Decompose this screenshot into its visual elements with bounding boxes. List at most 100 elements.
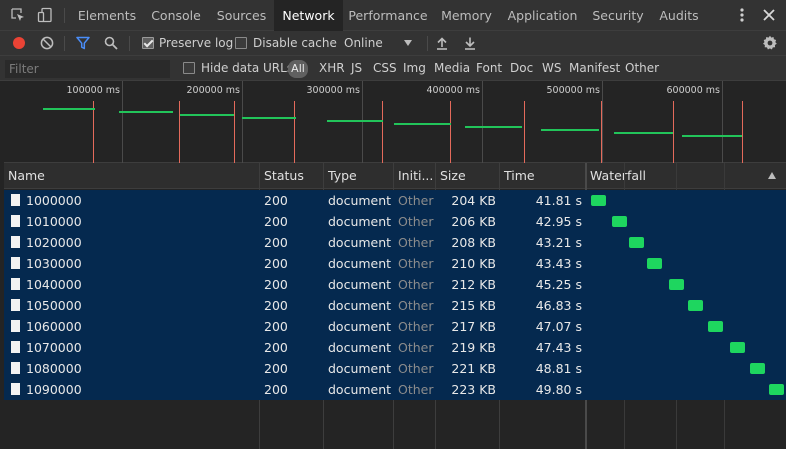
- type-filter-other[interactable]: Other: [625, 61, 659, 75]
- cell-name: 1040000: [26, 277, 82, 292]
- table-row[interactable]: 1000000 200 document Other 204 KB 41.81 …: [4, 190, 786, 211]
- type-filter-ws[interactable]: WS: [542, 61, 561, 75]
- cell-size: 217 KB: [451, 319, 496, 334]
- table-row[interactable]: 1040000 200 document Other 212 KB 45.25 …: [4, 274, 786, 295]
- overview-gridline: [122, 81, 123, 163]
- device-toolbar-icon[interactable]: [37, 7, 53, 23]
- table-row[interactable]: 1050000 200 document Other 215 KB 46.83 …: [4, 295, 786, 316]
- column-header-initiator[interactable]: Initi...: [394, 163, 436, 189]
- type-filter-img[interactable]: Img: [403, 61, 426, 75]
- cell-status: 200: [264, 214, 288, 229]
- inspect-element-icon[interactable]: [10, 7, 26, 23]
- hide-data-urls-checkbox[interactable]: [183, 62, 195, 74]
- type-filter-manifest[interactable]: Manifest: [569, 61, 620, 75]
- cell-time: 43.43 s: [535, 256, 582, 271]
- cell-type: document: [328, 298, 392, 313]
- table-row[interactable]: 1070000 200 document Other 219 KB 47.43 …: [4, 337, 786, 358]
- table-row[interactable]: 1060000 200 document Other 217 KB 47.07 …: [4, 316, 786, 337]
- overview-request-bar: [394, 123, 451, 125]
- tab-sources[interactable]: Sources: [210, 0, 273, 31]
- cell-initiator: Other: [398, 361, 434, 376]
- table-row[interactable]: 1090000 200 document Other 223 KB 49.80 …: [4, 379, 786, 400]
- table-header: Name Status Type Initi... Size Time Wate…: [4, 163, 786, 189]
- filter-icon[interactable]: [76, 36, 90, 50]
- preserve-log-checkbox[interactable]: [142, 37, 154, 49]
- cell-time: 48.81 s: [535, 361, 582, 376]
- chevron-down-icon: [404, 40, 412, 46]
- throttling-select[interactable]: Online: [336, 31, 418, 56]
- column-header-type[interactable]: Type: [324, 163, 394, 189]
- type-filter-media[interactable]: Media: [434, 61, 470, 75]
- record-icon[interactable]: [12, 36, 26, 50]
- tab-console[interactable]: Console: [143, 0, 209, 31]
- cell-type: document: [328, 277, 392, 292]
- cell-size: 215 KB: [451, 298, 496, 313]
- throttling-value: Online: [344, 36, 383, 50]
- load-event-marker: [234, 101, 235, 163]
- load-event-marker: [93, 101, 94, 163]
- cell-initiator: Other: [398, 319, 434, 334]
- devtools-tab-bar: Elements Console Sources Network Perform…: [0, 0, 786, 32]
- type-filter-js[interactable]: JS: [351, 61, 362, 75]
- type-filter-doc[interactable]: Doc: [510, 61, 533, 75]
- cell-type: document: [328, 382, 392, 397]
- sort-ascending-icon[interactable]: [768, 172, 776, 179]
- column-header-time[interactable]: Time: [500, 163, 586, 189]
- import-har-icon[interactable]: [436, 36, 448, 50]
- network-overview-timeline[interactable]: 100000 ms 200000 ms 300000 ms 400000 ms …: [4, 81, 786, 163]
- waterfall-bar: [669, 279, 684, 290]
- cell-status: 200: [264, 319, 288, 334]
- waterfall-bar: [708, 321, 723, 332]
- overview-tick-label: 100000 ms: [66, 85, 121, 96]
- disable-cache-checkbox[interactable]: [235, 37, 247, 49]
- overview-gridline: [482, 81, 483, 163]
- column-header-size[interactable]: Size: [436, 163, 500, 189]
- tab-security[interactable]: Security: [587, 0, 649, 31]
- tab-audits[interactable]: Audits: [651, 0, 707, 31]
- column-header-waterfall[interactable]: Waterfall: [586, 163, 786, 189]
- tab-application[interactable]: Application: [501, 0, 584, 31]
- tab-bar-divider: [64, 8, 65, 23]
- overview-request-bar: [614, 132, 673, 134]
- cell-name: 1030000: [26, 256, 82, 271]
- column-header-status[interactable]: Status: [260, 163, 324, 189]
- table-row[interactable]: 1030000 200 document Other 210 KB 43.43 …: [4, 253, 786, 274]
- column-header-name[interactable]: Name: [4, 163, 260, 189]
- toolbar-divider: [129, 36, 130, 51]
- cell-name: 1060000: [26, 319, 82, 334]
- export-har-icon[interactable]: [464, 36, 476, 50]
- type-filter-font[interactable]: Font: [476, 61, 502, 75]
- settings-gear-icon[interactable]: [762, 35, 778, 51]
- cell-status: 200: [264, 382, 288, 397]
- table-row[interactable]: 1020000 200 document Other 208 KB 43.21 …: [4, 232, 786, 253]
- cell-type: document: [328, 361, 392, 376]
- overview-tick-label: 500000 ms: [546, 85, 601, 96]
- close-icon[interactable]: [761, 7, 777, 23]
- tab-performance[interactable]: Performance: [344, 0, 432, 31]
- type-filter-css[interactable]: CSS: [373, 61, 397, 75]
- cell-name: 1020000: [26, 235, 82, 250]
- search-icon[interactable]: [104, 36, 118, 50]
- tab-network[interactable]: Network: [274, 0, 343, 32]
- table-row[interactable]: 1010000 200 document Other 206 KB 42.95 …: [4, 211, 786, 232]
- load-event-marker: [524, 101, 525, 163]
- cell-name: 1080000: [26, 361, 82, 376]
- waterfall-bar: [750, 363, 765, 374]
- overview-request-bar: [43, 108, 95, 110]
- clear-icon[interactable]: [40, 36, 54, 50]
- tab-elements[interactable]: Elements: [73, 0, 141, 31]
- filter-input[interactable]: [5, 60, 170, 78]
- disable-cache-label: Disable cache: [253, 36, 337, 50]
- cell-time: 47.07 s: [535, 319, 582, 334]
- tab-memory[interactable]: Memory: [434, 0, 499, 31]
- cell-name: 1090000: [26, 382, 82, 397]
- cell-status: 200: [264, 277, 288, 292]
- toolbar-divider: [427, 36, 428, 51]
- more-options-icon[interactable]: [736, 7, 748, 23]
- cell-initiator: Other: [398, 382, 434, 397]
- requests-table: Name Status Type Initi... Size Time Wate…: [4, 163, 786, 449]
- load-event-marker: [382, 101, 383, 163]
- type-filter-xhr[interactable]: XHR: [319, 61, 345, 75]
- table-row[interactable]: 1080000 200 document Other 221 KB 48.81 …: [4, 358, 786, 379]
- type-filter-all[interactable]: All: [288, 60, 308, 78]
